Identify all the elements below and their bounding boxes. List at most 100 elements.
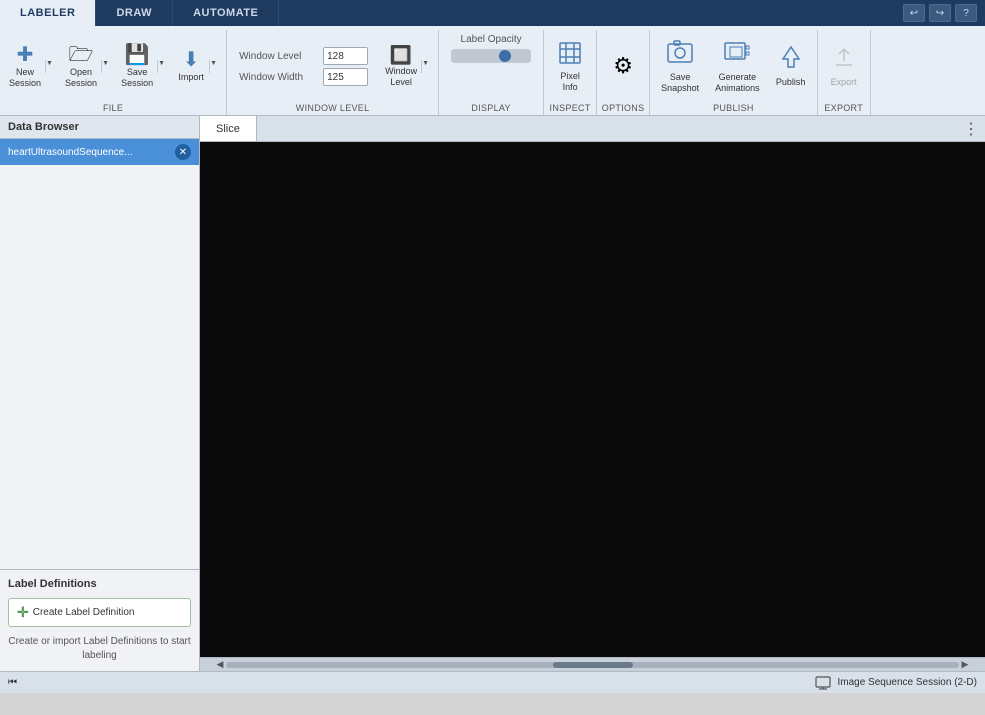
tab-help-area: ↩ ↪ ? bbox=[895, 0, 985, 26]
export-label: Export bbox=[831, 77, 857, 88]
window-level-preset-main: 🔲 WindowLevel bbox=[381, 42, 421, 92]
generate-animations-label: GenerateAnimations bbox=[715, 72, 760, 94]
create-label-btn-label: Create Label Definition bbox=[33, 607, 135, 618]
window-width-label: Window Width bbox=[239, 72, 319, 83]
publish-icon bbox=[778, 45, 804, 75]
window-level-label: Window Level bbox=[239, 51, 319, 62]
tab-labeler[interactable]: LABELER bbox=[0, 0, 96, 26]
ribbon-window-level-group: Window Level Window Width 🔲 WindowLevel … bbox=[227, 30, 439, 115]
open-session-arrow[interactable]: ▼ bbox=[101, 60, 113, 73]
window-width-input[interactable] bbox=[323, 68, 368, 86]
inspect-group-label: INSPECT bbox=[548, 101, 592, 113]
file-buttons: ✚ NewSession ▼ 🗁 OpenSession ▼ 💾 SaveSes… bbox=[4, 32, 222, 101]
session-type-icon bbox=[815, 675, 831, 691]
slice-tab-bar: Slice ⋮ bbox=[200, 116, 985, 142]
file-group-label: FILE bbox=[4, 101, 222, 113]
window-level-group-label: WINDOW LEVEL bbox=[231, 101, 434, 113]
tab-bar: LABELER DRAW AUTOMATE ↩ ↪ ? bbox=[0, 0, 985, 26]
ribbon-display-group: Label Opacity DISPLAY bbox=[439, 30, 544, 115]
ribbon-publish-group: SaveSnapshot GenerateAnimations bbox=[650, 30, 818, 115]
sidebar: Data Browser heartUltrasoundSequence... … bbox=[0, 116, 200, 671]
options-gear-icon: ⚙ bbox=[613, 55, 633, 77]
generate-animations-button[interactable]: GenerateAnimations bbox=[708, 35, 767, 99]
viewport[interactable]: TIS0.4 MI 0.9 M4 bbox=[200, 142, 985, 657]
scroll-thumb[interactable] bbox=[553, 662, 633, 668]
publish-group-label: PUBLISH bbox=[654, 101, 813, 113]
window-level-preset-icon: 🔲 bbox=[390, 46, 412, 64]
import-main: ⬇ Import bbox=[173, 46, 209, 87]
save-snapshot-button[interactable]: SaveSnapshot bbox=[654, 35, 706, 99]
opacity-slider[interactable] bbox=[451, 49, 531, 63]
nav-left-button[interactable]: ⏮ bbox=[8, 677, 17, 688]
display-group-label: DISPLAY bbox=[443, 101, 539, 113]
tab-automate[interactable]: AUTOMATE bbox=[173, 0, 279, 26]
main-content: Data Browser heartUltrasoundSequence... … bbox=[0, 116, 985, 671]
slice-tab-options[interactable]: ⋮ bbox=[957, 116, 985, 141]
ultrasound-background bbox=[200, 142, 985, 657]
open-session-label: OpenSession bbox=[65, 67, 97, 89]
export-button[interactable]: Export bbox=[822, 40, 866, 93]
save-snapshot-label: SaveSnapshot bbox=[661, 72, 699, 94]
pixel-info-label: PixelInfo bbox=[560, 71, 580, 93]
open-session-main: 🗁 OpenSession bbox=[61, 41, 101, 93]
ribbon-export-group: Export EXPORT bbox=[818, 30, 871, 115]
publish-label: Publish bbox=[776, 77, 806, 88]
window-level-row: Window Level bbox=[239, 47, 368, 65]
undo-button[interactable]: ↩ bbox=[903, 4, 925, 22]
session-type-label: Image Sequence Session (2-D) bbox=[837, 677, 977, 688]
save-session-icon: 💾 bbox=[125, 45, 150, 65]
slice-tab-menu-icon[interactable]: ⋮ bbox=[963, 119, 979, 139]
save-session-label: SaveSession bbox=[121, 67, 153, 89]
data-browser-header: Data Browser bbox=[0, 116, 199, 139]
status-right: Image Sequence Session (2-D) bbox=[815, 675, 977, 691]
save-session-arrow[interactable]: ▼ bbox=[157, 60, 169, 73]
new-session-icon: ✚ bbox=[17, 45, 34, 65]
save-session-main: 💾 SaveSession bbox=[117, 41, 157, 93]
new-session-arrow[interactable]: ▼ bbox=[45, 60, 57, 73]
viewer-area: Slice ⋮ TIS0.4 MI 0.9 bbox=[200, 116, 985, 671]
pixel-info-icon bbox=[558, 41, 582, 69]
options-button[interactable]: ⚙ bbox=[601, 50, 645, 84]
open-session-button[interactable]: 🗁 OpenSession ▼ bbox=[60, 40, 114, 94]
scroll-right-arrow[interactable]: ▶ bbox=[959, 659, 971, 671]
window-level-preset-arrow[interactable]: ▼ bbox=[421, 60, 433, 73]
window-level-input[interactable] bbox=[323, 47, 368, 65]
label-def-description: Create or import Label Definitions to st… bbox=[8, 635, 191, 663]
display-controls: Label Opacity bbox=[443, 32, 539, 65]
plus-icon: ✛ bbox=[17, 604, 29, 621]
import-button[interactable]: ⬇ Import ▼ bbox=[172, 45, 222, 88]
save-snapshot-icon bbox=[667, 40, 693, 70]
scroll-track[interactable] bbox=[226, 662, 959, 668]
opacity-slider-container bbox=[451, 49, 531, 63]
publish-buttons: SaveSnapshot GenerateAnimations bbox=[654, 32, 813, 101]
tab-draw[interactable]: DRAW bbox=[96, 0, 173, 26]
ribbon-options-group: ⚙ OPTIONS bbox=[597, 30, 650, 115]
pixel-info-button[interactable]: PixelInfo bbox=[548, 36, 592, 98]
help-button[interactable]: ? bbox=[955, 4, 977, 22]
publish-button[interactable]: Publish bbox=[769, 40, 813, 93]
opacity-label: Label Opacity bbox=[451, 34, 531, 45]
scroll-left-arrow[interactable]: ◀ bbox=[214, 659, 226, 671]
remove-item-button[interactable]: ✕ bbox=[175, 144, 191, 160]
window-level-controls: Window Level Window Width bbox=[231, 32, 376, 101]
inspect-buttons: PixelInfo bbox=[548, 32, 592, 101]
window-width-row: Window Width bbox=[239, 68, 368, 86]
scroll-bar: ◀ ▶ bbox=[200, 657, 985, 671]
import-label: Import bbox=[178, 72, 204, 83]
export-buttons: Export bbox=[822, 32, 866, 101]
status-bar: ⏮ Image Sequence Session (2-D) bbox=[0, 671, 985, 693]
save-session-button[interactable]: 💾 SaveSession ▼ bbox=[116, 40, 170, 94]
window-level-preset-label: WindowLevel bbox=[385, 66, 417, 88]
import-arrow[interactable]: ▼ bbox=[209, 60, 221, 73]
open-session-icon: 🗁 bbox=[69, 45, 94, 65]
sidebar-item-heart-ultrasound[interactable]: heartUltrasoundSequence... ✕ bbox=[0, 139, 199, 165]
window-level-preset-button[interactable]: 🔲 WindowLevel ▼ bbox=[380, 36, 434, 97]
new-session-button[interactable]: ✚ NewSession ▼ bbox=[4, 40, 58, 94]
create-label-definition-button[interactable]: ✛ Create Label Definition bbox=[8, 598, 191, 627]
new-session-main: ✚ NewSession bbox=[5, 41, 45, 93]
sidebar-spacer bbox=[0, 165, 199, 569]
redo-button[interactable]: ↪ bbox=[929, 4, 951, 22]
new-session-label: NewSession bbox=[9, 67, 41, 89]
slice-tab[interactable]: Slice bbox=[200, 116, 257, 141]
import-icon: ⬇ bbox=[183, 50, 200, 70]
